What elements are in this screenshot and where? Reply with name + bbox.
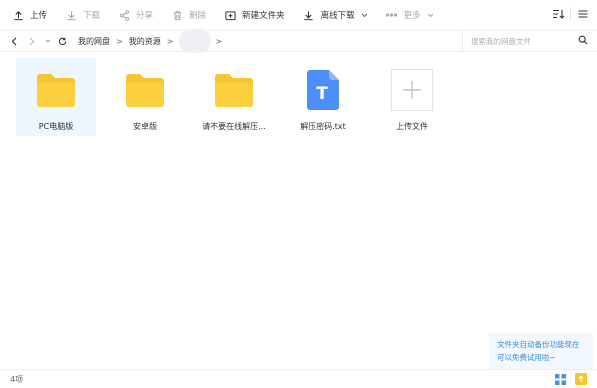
chevron-down-icon xyxy=(427,13,434,18)
sort-icon[interactable] xyxy=(552,8,564,20)
file-name: 请不要在线解压... xyxy=(202,122,266,131)
forward-button[interactable] xyxy=(26,31,38,51)
svg-text:T: T xyxy=(316,84,328,104)
breadcrumb-separator: > xyxy=(215,36,223,46)
download-button[interactable]: 下载 xyxy=(65,0,100,30)
chevron-right-icon xyxy=(29,37,35,45)
new-folder-icon xyxy=(224,9,236,21)
breadcrumb-separator: > xyxy=(116,36,123,46)
search-box xyxy=(462,31,597,51)
chevron-left-icon xyxy=(11,37,17,45)
divider xyxy=(570,7,571,21)
breadcrumb: 我的网盘 > 我的资源 > > xyxy=(78,29,228,53)
share-label: 分享 xyxy=(136,11,154,21)
share-icon xyxy=(118,9,130,21)
toolbar: 上传 下载 分享 删除 新建文件夹 离线下载 更多 xyxy=(0,0,597,30)
item-count: 4项 xyxy=(10,374,24,384)
folder-icon xyxy=(35,69,77,111)
navigation-bar: 我的网盘 > 我的资源 > > xyxy=(0,29,597,53)
new-folder-label: 新建文件夹 xyxy=(242,11,285,21)
more-button[interactable]: 更多 xyxy=(386,0,434,30)
file-name: PC电脑版 xyxy=(38,122,74,131)
statusbar-controls xyxy=(555,373,587,385)
folder-icon xyxy=(124,69,166,111)
file-name: 解压密码.txt xyxy=(300,122,346,131)
chevron-down-icon xyxy=(361,13,368,18)
upload-label: 上传 xyxy=(30,11,48,21)
promo-line-1: 文件夹自动备份功能现在 xyxy=(497,340,580,349)
more-dots-icon xyxy=(386,9,398,21)
search-input[interactable] xyxy=(471,36,576,46)
promo-line-2: 可以免费试用啦~ xyxy=(497,353,556,362)
search-icon[interactable] xyxy=(578,35,588,48)
backup-promo-banner[interactable]: 文件夹自动备份功能现在 可以免费试用啦~ xyxy=(489,333,593,369)
new-folder-button[interactable]: 新建文件夹 xyxy=(224,0,285,30)
refresh-icon xyxy=(58,37,66,45)
breadcrumb-resources[interactable]: 我的资源 xyxy=(129,36,161,47)
chevron-down-icon xyxy=(45,39,51,43)
file-item[interactable]: T 解压密码.txt xyxy=(283,58,363,136)
offline-download-button[interactable]: 离线下载 xyxy=(303,0,368,30)
file-item[interactable]: PC电脑版 xyxy=(16,58,96,136)
status-bar: 4项 xyxy=(0,369,597,388)
breadcrumb-root[interactable]: 我的网盘 xyxy=(78,36,110,47)
more-label: 更多 xyxy=(403,11,421,21)
breadcrumb-separator: > xyxy=(166,36,174,46)
upload-queue-icon[interactable] xyxy=(575,373,587,385)
refresh-button[interactable] xyxy=(56,31,68,51)
text-file-icon: T xyxy=(302,69,344,111)
upload-file-tile[interactable]: 上传文件 xyxy=(372,58,452,136)
history-dropdown[interactable] xyxy=(42,31,54,51)
upload-icon xyxy=(12,9,24,21)
view-controls xyxy=(552,7,589,21)
offline-download-icon xyxy=(303,9,315,21)
delete-label: 删除 xyxy=(189,11,207,21)
file-item[interactable]: 安卓版 xyxy=(105,58,185,136)
add-icon xyxy=(391,69,433,111)
offline-download-label: 离线下载 xyxy=(320,11,355,21)
share-button[interactable]: 分享 xyxy=(118,0,153,30)
trash-icon xyxy=(171,9,183,21)
delete-button[interactable]: 删除 xyxy=(171,0,206,30)
file-item[interactable]: 请不要在线解压... xyxy=(194,58,274,136)
back-button[interactable] xyxy=(8,31,20,51)
download-label: 下载 xyxy=(83,11,101,21)
upload-button[interactable]: 上传 xyxy=(12,0,47,30)
grid-view-icon[interactable] xyxy=(555,373,566,385)
file-name: 安卓版 xyxy=(133,122,157,131)
breadcrumb-current[interactable] xyxy=(179,29,212,53)
list-view-icon[interactable] xyxy=(577,8,589,20)
file-name: 上传文件 xyxy=(396,122,428,131)
folder-icon xyxy=(213,69,255,111)
download-icon xyxy=(65,9,77,21)
